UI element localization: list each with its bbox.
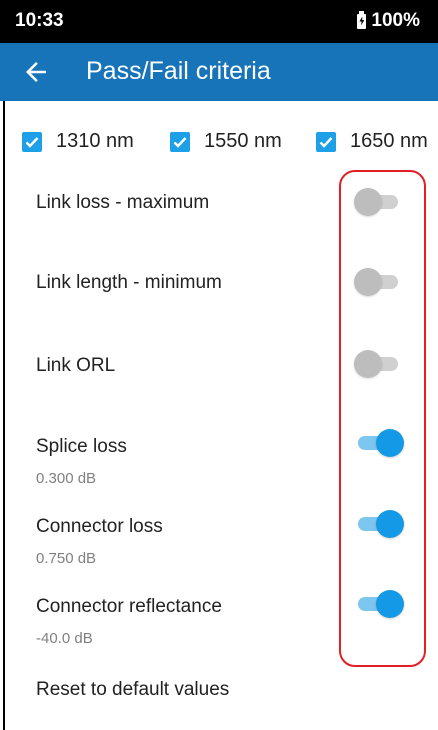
toggle-thumb (376, 590, 404, 618)
toggle-thumb (376, 510, 404, 538)
battery-charging-icon (357, 10, 367, 29)
setting-link-orl[interactable]: Link ORL (36, 355, 115, 377)
status-time: 10:33 (15, 10, 64, 31)
toggle-thumb (354, 350, 382, 378)
link-length-toggle[interactable] (354, 268, 402, 296)
checkbox-checked-icon (316, 131, 336, 152)
setting-connector-reflectance[interactable]: Connector reflectance -40.0 dB (36, 596, 222, 647)
wavelength-label: 1550 nm (204, 130, 282, 152)
connector-loss-toggle[interactable] (356, 510, 404, 538)
toggle-thumb (354, 268, 382, 296)
setting-title: Link ORL (36, 355, 116, 376)
battery-level: 100% (371, 10, 420, 31)
reset-defaults-button[interactable]: Reset to default values (36, 679, 229, 701)
wavelength-1550-checkbox[interactable]: 1550 nm (170, 130, 282, 153)
arrow-left-icon[interactable] (21, 57, 51, 87)
status-bar: 10:33 100% (0, 0, 438, 43)
checkbox-checked-icon (170, 131, 190, 152)
setting-connector-loss[interactable]: Connector loss 0.750 dB (36, 516, 163, 567)
checkbox-checked-icon (22, 131, 42, 152)
page-title: Pass/Fail criteria (86, 57, 271, 85)
setting-value: 0.750 dB (36, 550, 97, 567)
setting-title: Link length - minimum (36, 272, 222, 293)
wavelength-selector: 1310 nm 1550 nm 1650 nm (22, 120, 438, 160)
link-orl-toggle[interactable] (354, 350, 402, 378)
left-edge-divider (3, 101, 5, 730)
connector-reflectance-toggle[interactable] (356, 590, 404, 618)
toggle-thumb (376, 429, 404, 457)
link-loss-toggle[interactable] (354, 188, 402, 216)
setting-title: Splice loss (36, 436, 127, 457)
setting-link-length-minimum[interactable]: Link length - minimum (36, 272, 222, 294)
app-bar: Pass/Fail criteria (0, 43, 438, 101)
setting-splice-loss[interactable]: Splice loss 0.300 dB (36, 436, 127, 487)
splice-loss-toggle[interactable] (356, 429, 404, 457)
toggle-thumb (354, 188, 382, 216)
setting-title: Connector reflectance (36, 596, 222, 617)
setting-title: Connector loss (36, 516, 163, 537)
wavelength-label: 1310 nm (56, 130, 134, 152)
battery-indicator: 100% (357, 10, 420, 32)
setting-value: 0.300 dB (36, 470, 97, 487)
wavelength-1650-checkbox[interactable]: 1650 nm (316, 130, 428, 153)
setting-link-loss-maximum[interactable]: Link loss - maximum (36, 192, 209, 214)
wavelength-1310-checkbox[interactable]: 1310 nm (22, 130, 134, 153)
wavelength-label: 1650 nm (350, 130, 428, 152)
setting-value: -40.0 dB (36, 630, 93, 647)
setting-title: Link loss - maximum (36, 192, 210, 213)
